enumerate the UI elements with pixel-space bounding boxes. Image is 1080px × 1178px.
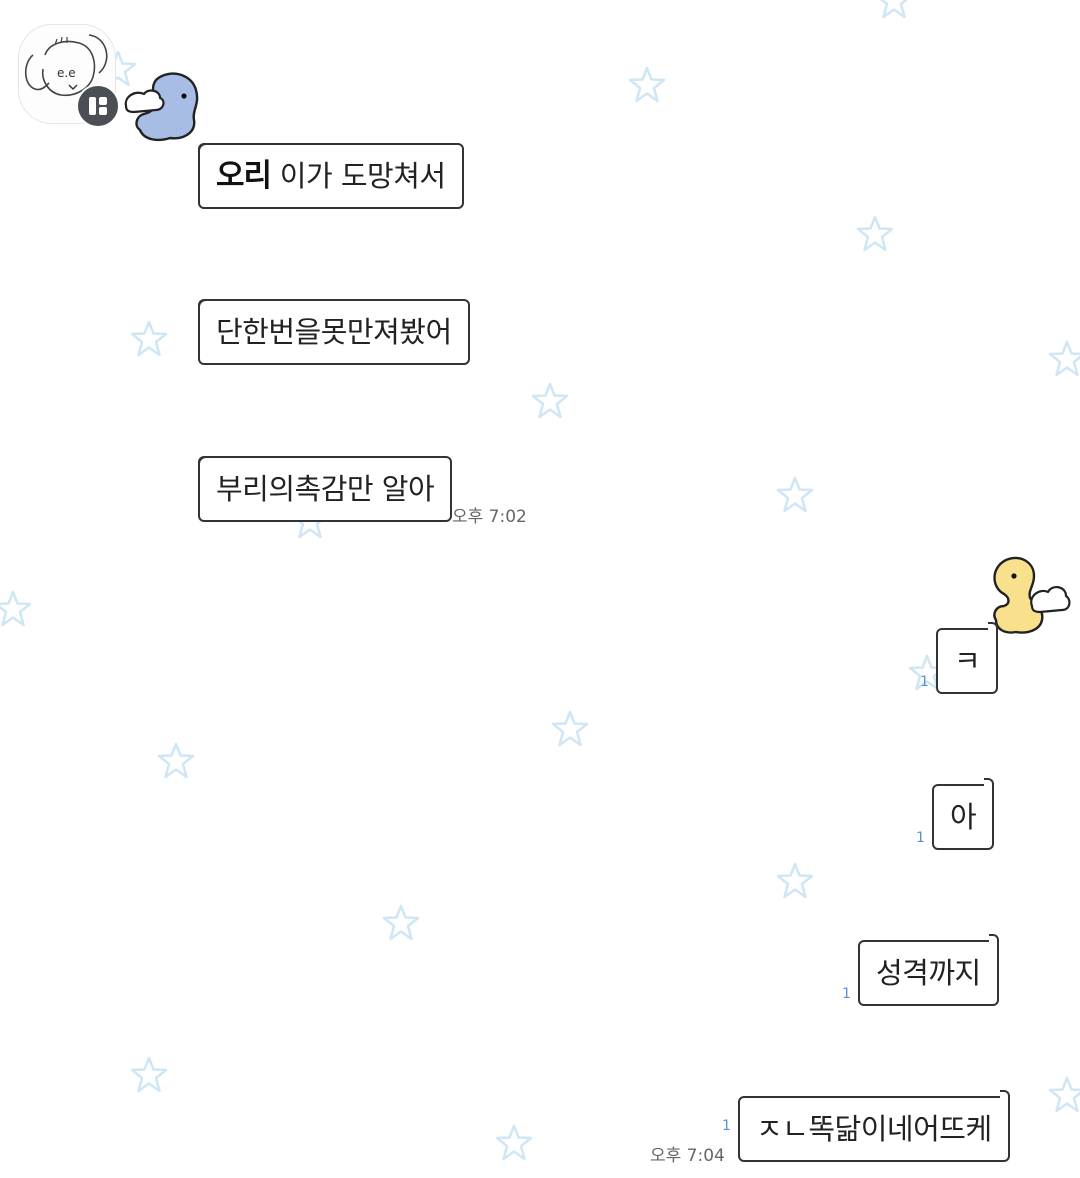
read-count: 1 (722, 1118, 731, 1134)
incoming-message-bubble[interactable]: 단한번을못만져봤어 (198, 299, 470, 365)
app-badge-icon (76, 84, 120, 128)
message-text: 이가 도망쳐서 (279, 159, 446, 193)
svg-text:e.e: e.e (57, 66, 76, 80)
star-icon (776, 862, 814, 899)
star-icon (1048, 1076, 1080, 1113)
star-icon (856, 215, 894, 252)
star-icon (879, 0, 909, 19)
star-icon (130, 320, 168, 357)
outgoing-message-bubble[interactable]: ㅈㄴ똑닮이네어뜨케 (738, 1090, 1010, 1162)
outgoing-message-bubble[interactable]: 아 (932, 778, 995, 850)
read-count: 1 (916, 830, 925, 846)
blue-winged-chick-sticker-icon (124, 72, 199, 142)
star-icon (531, 382, 569, 419)
message-text: 단한번을못만져봤어 (216, 315, 452, 349)
incoming-message-bubble[interactable]: 부리의촉감만 알아 (198, 456, 453, 522)
read-count: 1 (920, 674, 929, 690)
read-count: 1 (842, 986, 851, 1002)
message-text: 부리의촉감만 알아 (216, 472, 435, 506)
star-icon (0, 590, 32, 627)
star-icon (382, 904, 420, 941)
message-text: 아 (950, 800, 977, 834)
incoming-message-bubble[interactable]: 오리 이가 도망쳐서 (198, 143, 464, 209)
incoming-timestamp: 오후 7:02 (452, 507, 527, 527)
message-text: ㅈㄴ똑닮이네어뜨케 (756, 1112, 992, 1146)
message-text: 성격까지 (876, 956, 981, 990)
outgoing-message-bubble[interactable]: 성격까지 (858, 934, 999, 1006)
name-tag: 오리 (216, 158, 272, 194)
star-icon (1048, 340, 1080, 377)
outgoing-timestamp: 오후 7:04 (650, 1146, 725, 1166)
message-text: ㅋ (954, 644, 981, 678)
star-icon (628, 66, 666, 103)
star-icon (157, 742, 195, 779)
star-icon (130, 1056, 168, 1093)
star-icon (551, 710, 589, 747)
star-icon (776, 476, 814, 513)
star-icon (495, 1124, 533, 1161)
outgoing-message-bubble[interactable]: ㅋ (936, 622, 999, 694)
